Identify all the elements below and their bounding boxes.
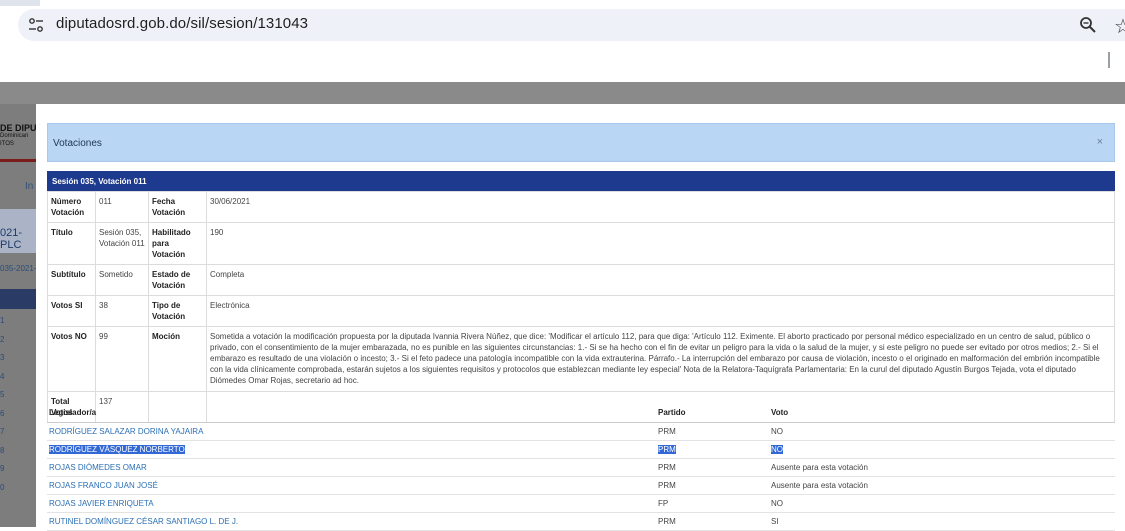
overlay-strip xyxy=(0,82,1125,104)
legislator-row: ROJAS DIÓMEDES OMAR PRM Ausente para est… xyxy=(47,458,1115,477)
site-settings-icon[interactable] xyxy=(28,17,44,33)
legislator-vote: Ausente para esta votación xyxy=(771,481,868,490)
tab-strip xyxy=(0,0,1125,6)
numero-value: 011 xyxy=(95,191,149,223)
logo-subline: Dominican xyxy=(0,133,29,139)
numero-label: Número Votación xyxy=(47,191,96,223)
row-number: 5 xyxy=(0,390,5,399)
row-number: 3 xyxy=(0,353,5,362)
tipo-label: Tipo de Votación xyxy=(148,295,207,327)
estado-label: Estado de Votación xyxy=(148,264,207,296)
party-column-header: Partido xyxy=(658,408,686,417)
row-number: 9 xyxy=(0,464,5,473)
legislator-party: PRM xyxy=(658,481,676,490)
titulo-label: Título xyxy=(47,222,96,265)
legislator-vote: NO xyxy=(771,499,783,508)
background-table-header xyxy=(0,289,40,309)
background-subtext: 035-2021- xyxy=(0,264,37,273)
background-row-numbers: 1 2 3 4 5 6 7 8 9 0 xyxy=(0,312,4,497)
background-band: 021-PLC xyxy=(0,209,40,253)
row-number: 7 xyxy=(0,427,5,436)
row-number: 2 xyxy=(0,334,5,344)
close-icon[interactable]: × xyxy=(1097,136,1103,148)
active-tab[interactable] xyxy=(40,0,1125,6)
mocion-value: Sometida a votación la modificación prop… xyxy=(206,326,1115,392)
legislator-vote: SI xyxy=(771,517,779,526)
legislator-party: PRM xyxy=(658,427,676,436)
legislator-link[interactable]: ROJAS JAVIER ENRIQUETA xyxy=(49,499,154,508)
subtitulo-value: Sometido xyxy=(95,264,149,296)
legislator-row: RODRÍGUEZ VÁSQUEZ NORBERTO PRM NO xyxy=(47,440,1115,459)
background-band-text: 021-PLC xyxy=(0,227,23,251)
legislator-column-header: Legislador/a xyxy=(49,408,97,417)
tipo-value: Electrónica xyxy=(206,295,1115,327)
habilitado-value: 190 xyxy=(206,222,1115,265)
votos-si-label: Votos SI xyxy=(47,295,96,327)
legislator-vote: Ausente para esta votación xyxy=(771,463,868,472)
legislator-party: PRM xyxy=(658,517,676,526)
section-title-bar: Sesión 035, Votación 011 xyxy=(47,171,1115,191)
votos-no-value: 99 xyxy=(95,326,149,392)
legislator-link[interactable]: RODRÍGUEZ VÁSQUEZ NORBERTO xyxy=(49,445,185,454)
votos-si-value: 38 xyxy=(95,295,149,327)
row-number: 4 xyxy=(0,371,5,381)
legislator-link[interactable]: RODRÍGUEZ SALAZAR DORINA YAJAIRA xyxy=(49,427,203,436)
toolbar-divider xyxy=(1108,52,1110,68)
legislator-party: PRM xyxy=(658,463,676,472)
url-text[interactable]: diputadosrd.gob.do/sil/sesion/131043 xyxy=(56,15,308,32)
vote-column-header: Voto xyxy=(771,408,789,417)
legislator-row: ROJAS JAVIER ENRIQUETA FP NO xyxy=(47,494,1115,513)
modal-header: Votaciones × xyxy=(47,123,1115,162)
legislator-vote: NO xyxy=(771,427,783,436)
legislator-party: PRM xyxy=(658,445,676,454)
background-sidebar: DE DIPU Dominican ITOS In 021-PLC 035-20… xyxy=(0,104,40,527)
star-icon[interactable]: ☆ xyxy=(1114,14,1125,39)
fecha-label: Fecha Votación xyxy=(148,191,207,223)
vote-info-table: Número Votación 011 Fecha Votación 30/06… xyxy=(47,191,1115,423)
row-number: 1 xyxy=(0,316,5,325)
zoom-icon[interactable] xyxy=(1079,16,1097,34)
legislator-row: RODRÍGUEZ SALAZAR DORINA YAJAIRA PRM NO xyxy=(47,422,1115,441)
row-number: 0 xyxy=(0,482,5,492)
fecha-value: 30/06/2021 xyxy=(206,191,1115,223)
estado-value: Completa xyxy=(206,264,1115,296)
legislator-row: RUTINEL DOMÍNGUEZ CÉSAR SANTIAGO L. DE J… xyxy=(47,512,1115,531)
legislator-link[interactable]: ROJAS FRANCO JUAN JOSÉ xyxy=(49,481,158,490)
votaciones-modal: Votaciones × Sesión 035, Votación 011 Nú… xyxy=(36,104,1125,531)
section-title: Sesión 035, Votación 011 xyxy=(52,177,147,186)
legislator-vote: NO xyxy=(771,445,783,454)
modal-title: Votaciones xyxy=(53,138,102,149)
address-bar[interactable]: diputadosrd.gob.do/sil/sesion/131043 ☆ xyxy=(18,9,1125,41)
background-nav-item: In xyxy=(25,181,34,192)
legislator-row: ROJAS FRANCO JUAN JOSÉ PRM Ausente para … xyxy=(47,476,1115,495)
subtitulo-label: Subtítulo xyxy=(47,264,96,296)
titulo-value: Sesión 035, Votación 011 xyxy=(95,222,149,265)
row-number: 6 xyxy=(0,408,5,418)
chamber-logo: DE DIPU Dominican ITOS xyxy=(0,124,37,148)
legislator-party: FP xyxy=(658,499,669,508)
habilitado-label: Habilitado para Votación xyxy=(148,222,207,265)
row-number: 8 xyxy=(0,445,5,455)
legislator-link[interactable]: RUTINEL DOMÍNGUEZ CÉSAR SANTIAGO L. DE J… xyxy=(49,517,238,526)
legislators-header: Legislador/a Partido Voto xyxy=(47,404,1115,423)
browser-chrome: diputadosrd.gob.do/sil/sesion/131043 ☆ xyxy=(0,0,1125,82)
votos-no-label: Votos NO xyxy=(47,326,96,392)
logo-subline: ITOS xyxy=(0,141,14,147)
mocion-label: Moción xyxy=(148,326,207,392)
logo-divider xyxy=(0,159,40,162)
legislator-link[interactable]: ROJAS DIÓMEDES OMAR xyxy=(49,463,147,472)
